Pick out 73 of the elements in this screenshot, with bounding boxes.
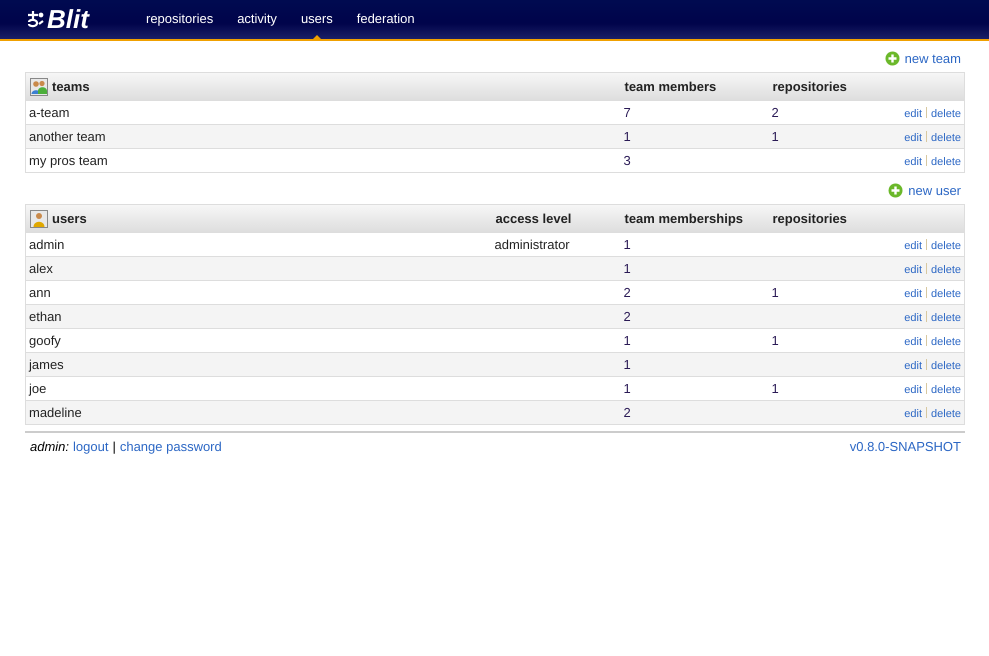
user-icon — [30, 210, 48, 228]
column-header: team memberships — [624, 211, 743, 226]
team-icon — [30, 78, 48, 96]
new-team-link[interactable]: new team — [884, 51, 961, 66]
column-header: team members — [624, 79, 716, 94]
membership-count[interactable]: 1 — [624, 333, 631, 348]
separator: | — [112, 439, 116, 454]
repository-count[interactable]: 1 — [772, 285, 779, 300]
team-name[interactable]: a-team — [29, 105, 70, 120]
edit-link[interactable]: edit — [904, 132, 922, 144]
edit-link[interactable]: edit — [904, 108, 922, 120]
logout-link[interactable]: logout — [73, 439, 108, 454]
delete-link[interactable]: delete — [931, 408, 961, 420]
repository-count[interactable]: 1 — [772, 381, 779, 396]
column-header: users — [52, 211, 87, 226]
edit-link[interactable]: edit — [904, 288, 922, 300]
column-header: repositories — [772, 79, 847, 94]
edit-link[interactable]: edit — [904, 360, 922, 372]
edit-link[interactable]: edit — [904, 240, 922, 252]
member-count[interactable]: 7 — [624, 105, 631, 120]
plus-icon — [888, 183, 904, 198]
membership-count[interactable]: 1 — [624, 261, 631, 276]
access-level: administrator — [494, 237, 570, 252]
delete-link[interactable]: delete — [931, 288, 961, 300]
plus-icon — [884, 51, 900, 66]
edit-link[interactable]: edit — [904, 408, 922, 420]
delete-link[interactable]: delete — [931, 132, 961, 144]
user-name[interactable]: madeline — [29, 405, 82, 420]
nav-tab[interactable]: activity — [225, 0, 289, 39]
edit-link[interactable]: edit — [904, 336, 922, 348]
user-name[interactable]: ann — [29, 285, 51, 300]
new-user-link[interactable]: new user — [888, 183, 961, 198]
membership-count[interactable]: 2 — [624, 405, 631, 420]
member-count[interactable]: 3 — [624, 153, 631, 168]
logo-text[interactable]: Blit — [47, 4, 89, 35]
user-name[interactable]: james — [29, 357, 64, 372]
delete-link[interactable]: delete — [931, 360, 961, 372]
version-link[interactable]: v0.8.0-SNAPSHOT — [850, 439, 961, 454]
delete-link[interactable]: delete — [931, 336, 961, 348]
membership-count[interactable]: 1 — [624, 237, 631, 252]
user-name[interactable]: goofy — [29, 333, 61, 348]
delete-link[interactable]: delete — [931, 384, 961, 396]
delete-link[interactable]: delete — [931, 240, 961, 252]
edit-link[interactable]: edit — [904, 312, 922, 324]
membership-count[interactable]: 2 — [624, 285, 631, 300]
membership-count[interactable]: 1 — [624, 357, 631, 372]
team-name[interactable]: another team — [29, 129, 106, 144]
nav-tab[interactable]: users — [288, 0, 345, 39]
edit-link[interactable]: edit — [904, 156, 922, 168]
team-name[interactable]: my pros team — [29, 153, 108, 168]
nav-tab[interactable]: federation — [344, 0, 427, 39]
user-name[interactable]: alex — [29, 261, 53, 276]
delete-link[interactable]: delete — [931, 312, 961, 324]
nav-tab[interactable]: repositories — [134, 0, 226, 39]
membership-count[interactable]: 2 — [624, 309, 631, 324]
user-name[interactable]: ethan — [29, 309, 62, 324]
column-header: repositories — [772, 211, 847, 226]
edit-link[interactable]: edit — [904, 384, 922, 396]
repository-count[interactable]: 1 — [772, 333, 779, 348]
column-header: teams — [52, 79, 90, 94]
user-name[interactable]: admin — [29, 237, 64, 252]
delete-link[interactable]: delete — [931, 264, 961, 276]
column-header: access level — [496, 211, 572, 226]
membership-count[interactable]: 1 — [624, 381, 631, 396]
repository-count[interactable]: 2 — [772, 105, 779, 120]
edit-link[interactable]: edit — [904, 264, 922, 276]
delete-link[interactable]: delete — [931, 156, 961, 168]
delete-link[interactable]: delete — [931, 108, 961, 120]
current-user: admin: — [30, 439, 70, 454]
member-count[interactable]: 1 — [624, 129, 631, 144]
user-name[interactable]: joe — [29, 381, 46, 396]
change-password-link[interactable]: change password — [120, 439, 222, 454]
repository-count[interactable]: 1 — [772, 129, 779, 144]
